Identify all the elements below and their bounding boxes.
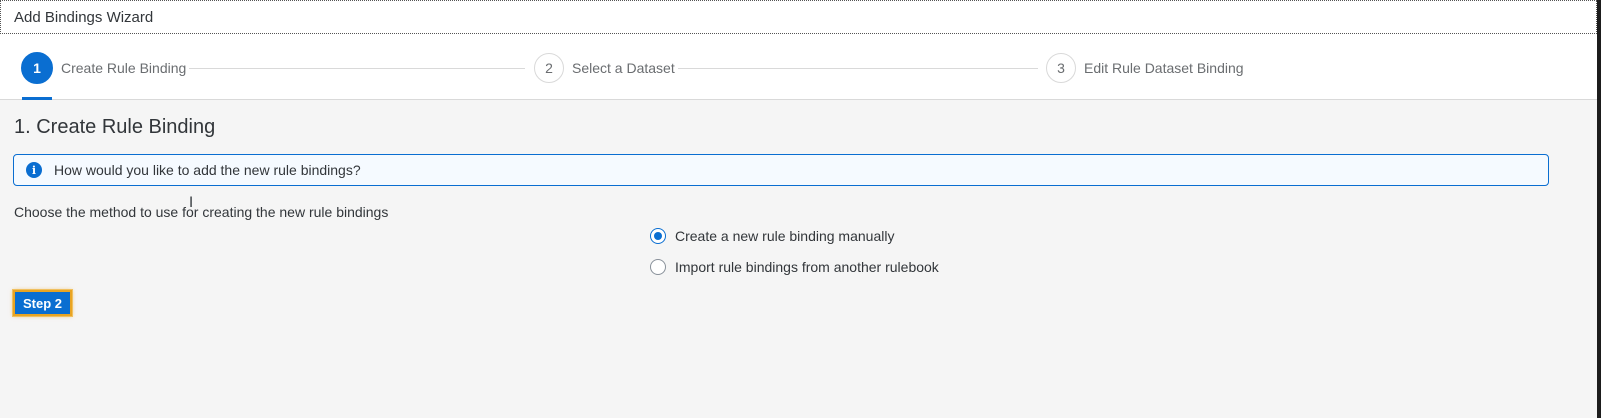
radio-button[interactable]	[650, 259, 666, 275]
wizard-step-1[interactable]: 1 Create Rule Binding	[21, 52, 186, 84]
method-label: Choose the method to use for creating th…	[14, 204, 389, 220]
wizard-title: Add Bindings Wizard	[14, 8, 154, 26]
wizard-progress-navigator: 1 Create Rule Binding 2 Select a Dataset…	[0, 36, 1597, 100]
step-connector	[189, 68, 525, 69]
info-message-text: How would you like to add the new rule b…	[54, 162, 361, 178]
step-label: Select a Dataset	[572, 60, 675, 76]
info-message-strip: i How would you like to add the new rule…	[13, 154, 1549, 186]
wizard-step-3[interactable]: 3 Edit Rule Dataset Binding	[1046, 52, 1244, 84]
step-label: Edit Rule Dataset Binding	[1084, 60, 1244, 76]
radio-label[interactable]: Create a new rule binding manually	[675, 228, 894, 244]
step-2-button[interactable]: Step 2	[13, 290, 73, 316]
step-2-button-label: Step 2	[23, 295, 63, 311]
wizard-title-bar: Add Bindings Wizard	[0, 0, 1597, 34]
text-cursor-icon: I	[189, 195, 194, 211]
step-number-badge: 3	[1046, 53, 1076, 83]
step-connector	[678, 68, 1038, 69]
wizard-step-2[interactable]: 2 Select a Dataset	[534, 52, 675, 84]
window-edge	[1597, 0, 1601, 418]
step-label: Create Rule Binding	[61, 60, 187, 76]
step-number-badge: 2	[534, 53, 564, 83]
step-number-badge: 1	[21, 52, 53, 84]
wizard-content: 1. Create Rule Binding i How would you l…	[0, 100, 1597, 418]
info-icon: i	[26, 162, 42, 178]
radio-button-selected[interactable]	[650, 228, 666, 244]
radio-option-import[interactable]: Import rule bindings from another rulebo…	[650, 257, 939, 277]
page-title: 1. Create Rule Binding	[14, 116, 216, 138]
radio-dot	[654, 232, 662, 240]
radio-label[interactable]: Import rule bindings from another rulebo…	[675, 259, 939, 275]
radio-option-manual[interactable]: Create a new rule binding manually	[650, 226, 894, 246]
